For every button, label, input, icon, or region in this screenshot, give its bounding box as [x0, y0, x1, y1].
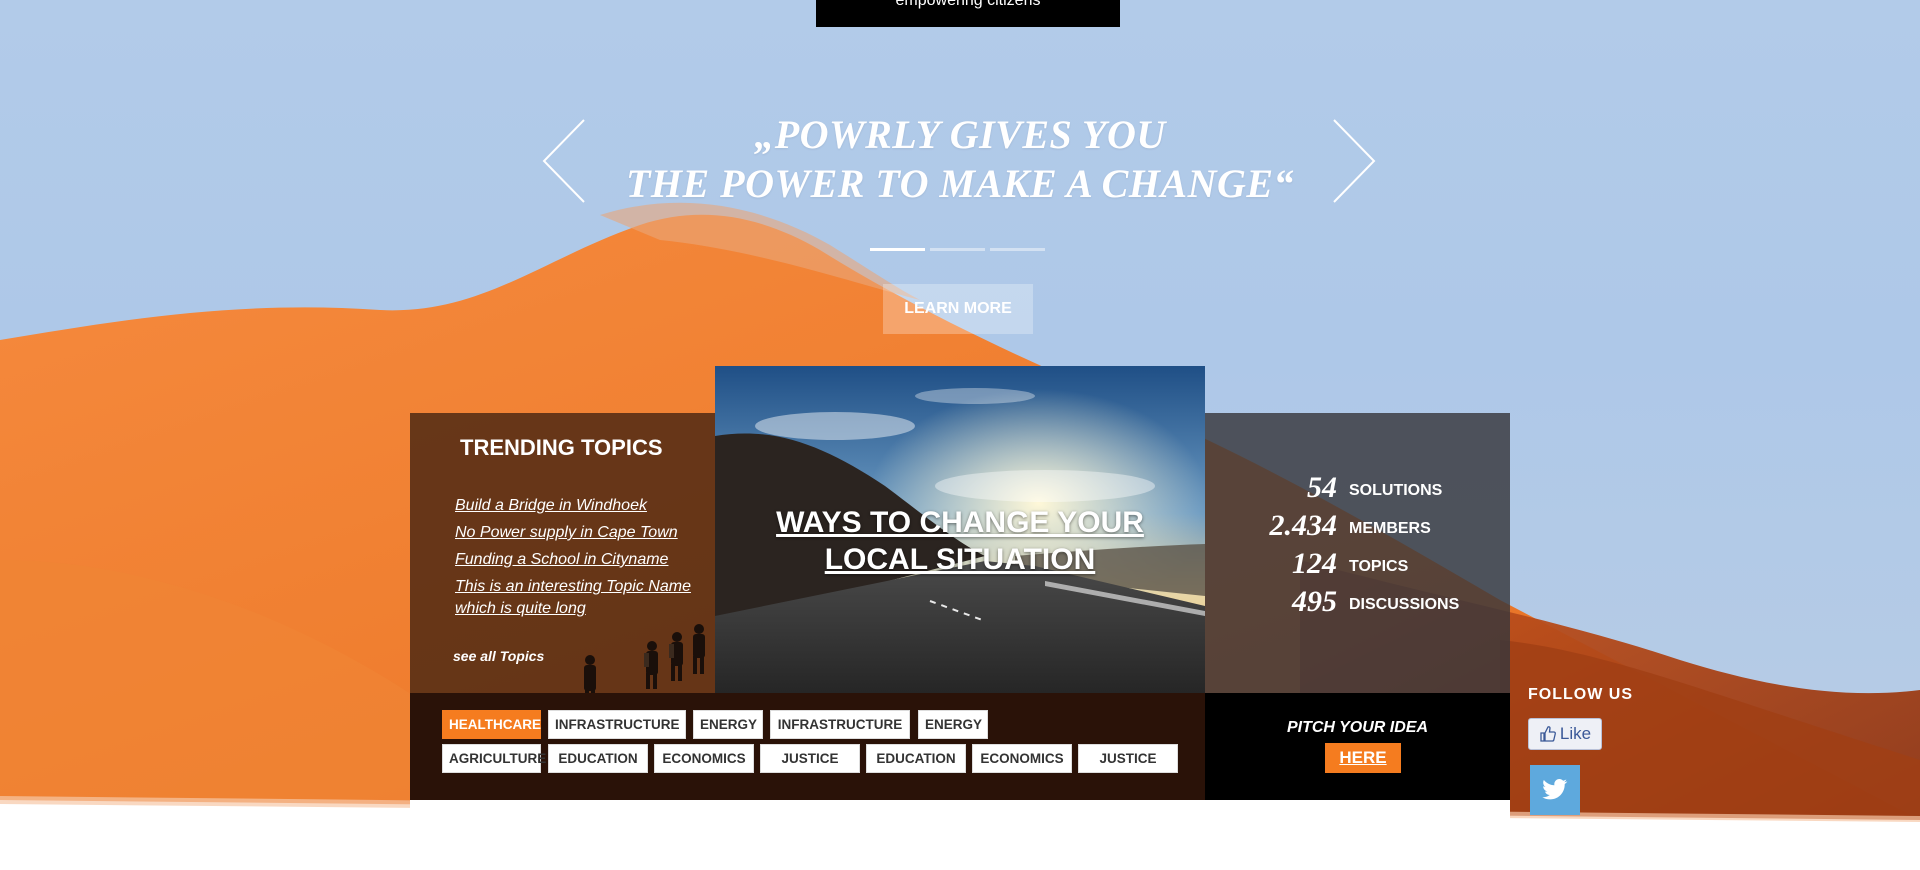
- stat-number: 495: [1292, 585, 1337, 618]
- stat-number: 54: [1307, 471, 1337, 504]
- stat-label: TOPICS: [1349, 558, 1409, 575]
- trending-topics-panel: TRENDING TOPICS Build a Bridge in Windho…: [410, 413, 715, 693]
- feature-title[interactable]: WAYS TO CHANGE YOUR LOCAL SITUATION: [755, 504, 1165, 578]
- twitter-bird-icon: [1542, 779, 1568, 800]
- stat-number: 124: [1292, 547, 1337, 580]
- stat-row: 54 SOLUTIONS: [1205, 469, 1510, 505]
- tag-education[interactable]: EDUCATION: [548, 744, 648, 773]
- hero-quote: „POWRLY GIVES YOU THE POWER TO MAKE A CH…: [560, 110, 1360, 208]
- trending-topics-list: Build a Bridge in Windhoek No Power supp…: [455, 495, 705, 625]
- see-all-topics-link[interactable]: see all Topics: [453, 648, 544, 664]
- stat-label: DISCUSSIONS: [1349, 596, 1460, 613]
- pitch-idea-panel: PITCH YOUR IDEA HERE: [1205, 693, 1510, 800]
- carousel-indicators: [870, 248, 1045, 251]
- tag-infrastructure[interactable]: INFRASTRUCTURE: [548, 710, 686, 739]
- tag-healthcare[interactable]: HEALTHCARE: [442, 710, 541, 739]
- pitch-idea-button[interactable]: HERE: [1325, 743, 1401, 773]
- category-tags: HEALTHCARE INFRASTRUCTURE ENERGY INFRAST…: [410, 693, 1205, 800]
- topic-link[interactable]: This is an interesting Topic Name which …: [455, 578, 691, 617]
- follow-us-label: FOLLOW US: [1528, 686, 1633, 703]
- tag-energy[interactable]: ENERGY: [918, 710, 988, 739]
- topic-link[interactable]: Funding a School in Cityname: [455, 551, 668, 568]
- facebook-like-button[interactable]: Like: [1528, 718, 1602, 750]
- list-item: Funding a School in Cityname: [455, 549, 705, 571]
- tagline-tab: empowering citizens: [816, 0, 1120, 27]
- facebook-like-label: Like: [1559, 724, 1592, 743]
- list-item: No Power supply in Cape Town: [455, 522, 705, 544]
- stats-panel: 54 SOLUTIONS 2.434 MEMBERS 124 TOPICS 49…: [1205, 413, 1510, 693]
- carousel-next-arrow-icon[interactable]: [1330, 118, 1378, 204]
- feature-card[interactable]: WAYS TO CHANGE YOUR LOCAL SITUATION: [715, 366, 1205, 693]
- learn-more-button[interactable]: LEARN MORE: [883, 284, 1033, 334]
- stat-label: SOLUTIONS: [1349, 482, 1443, 499]
- carousel-dot-3[interactable]: [990, 248, 1045, 251]
- tag-infrastructure[interactable]: INFRASTRUCTURE: [770, 710, 910, 739]
- tag-education[interactable]: EDUCATION: [866, 744, 966, 773]
- stat-row: 2.434 MEMBERS: [1205, 507, 1510, 543]
- topic-link[interactable]: No Power supply in Cape Town: [455, 524, 678, 541]
- thumbs-up-icon: [1540, 726, 1556, 742]
- hero-quote-line1: „POWRLY GIVES YOU: [754, 112, 1166, 157]
- main-content-area: [410, 800, 1510, 870]
- stat-row: 124 TOPICS: [1205, 545, 1510, 581]
- hero-quote-line2: THE POWER TO MAKE A CHANGE“: [625, 161, 1295, 206]
- tag-economics[interactable]: ECONOMICS: [972, 744, 1072, 773]
- tag-justice[interactable]: JUSTICE: [760, 744, 860, 773]
- tag-economics[interactable]: ECONOMICS: [654, 744, 754, 773]
- stat-row: 495 DISCUSSIONS: [1205, 583, 1510, 619]
- tag-agriculture[interactable]: AGRICULTURE: [442, 744, 546, 773]
- stat-label: MEMBERS: [1349, 520, 1431, 537]
- carousel-dot-2[interactable]: [930, 248, 985, 251]
- pitch-idea-label: PITCH YOUR IDEA: [1286, 719, 1429, 736]
- tagline-text: empowering citizens: [895, 0, 1041, 9]
- carousel-dot-1[interactable]: [870, 248, 925, 251]
- topic-link[interactable]: Build a Bridge in Windhoek: [455, 497, 647, 514]
- tag-energy[interactable]: ENERGY: [693, 710, 763, 739]
- twitter-button[interactable]: [1530, 765, 1580, 815]
- stat-number: 2.434: [1269, 509, 1338, 542]
- trending-topics-title: TRENDING TOPICS: [460, 435, 663, 460]
- hikers-silhouette-image: [584, 624, 705, 693]
- list-item: Build a Bridge in Windhoek: [455, 495, 705, 517]
- tag-justice[interactable]: JUSTICE: [1078, 744, 1178, 773]
- list-item: This is an interesting Topic Name which …: [455, 576, 705, 620]
